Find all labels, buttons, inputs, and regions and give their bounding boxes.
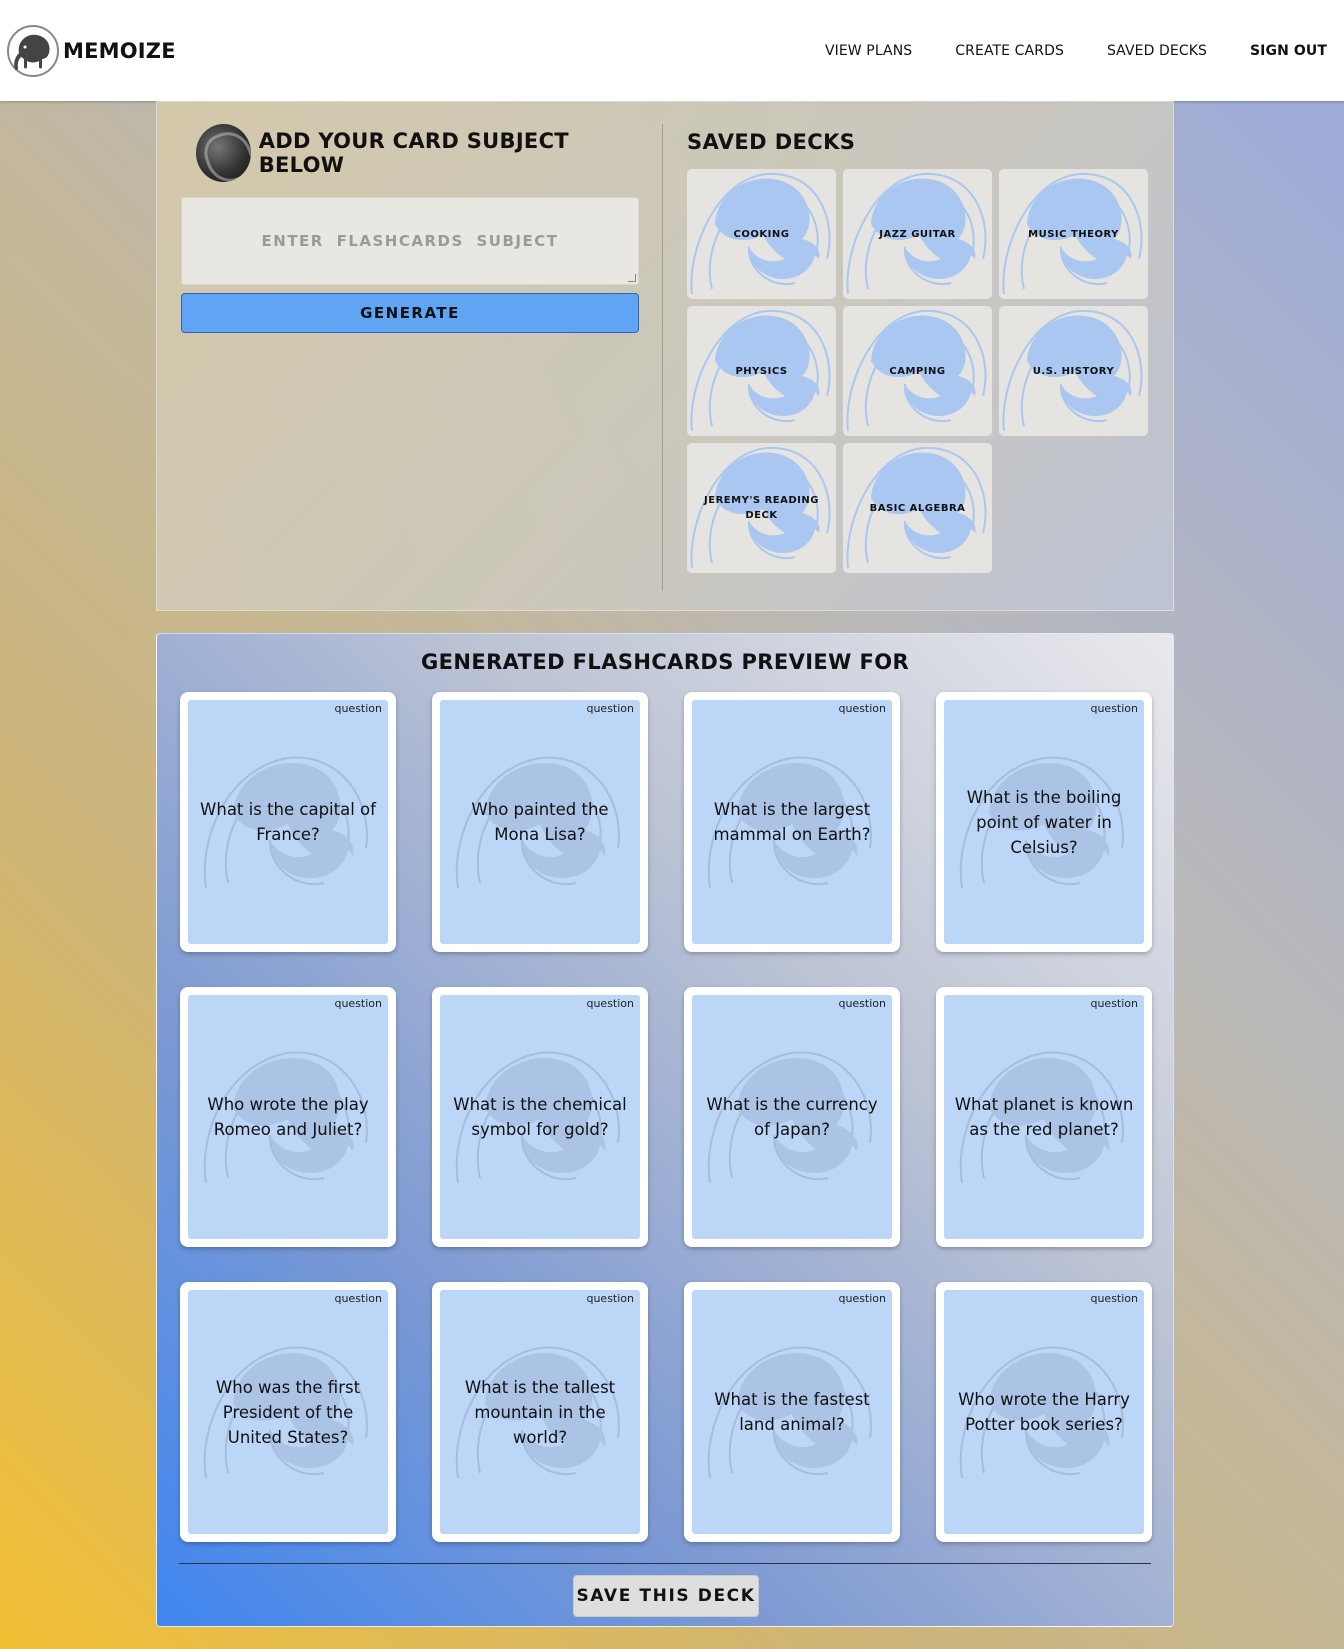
flashcard-face: question What is the chemical symbol for … (440, 995, 640, 1239)
deck-tile[interactable]: JAZZ GUITAR (843, 169, 992, 299)
deck-label: COOKING (733, 228, 790, 240)
deck-label: MUSIC THEORY (1028, 228, 1119, 240)
deck-tile[interactable]: CAMPING (843, 306, 992, 436)
flashcard[interactable]: question What is the capital of France? (180, 692, 396, 952)
flashcard[interactable]: question What planet is known as the red … (936, 987, 1152, 1247)
saved-decks-grid: COOKING JAZZ GUITAR MUSIC THEORY PHYSICS… (687, 169, 1157, 573)
flashcard[interactable]: question Who wrote the play Romeo and Jul… (180, 987, 396, 1247)
deck-label: JEREMY'S READING DECK (704, 495, 819, 521)
deck-label: JAZZ GUITAR (879, 228, 956, 240)
card-type-label: question (838, 997, 886, 1010)
card-question: What is the fastest land animal? (714, 1390, 870, 1434)
top-navbar: MEMOIZE VIEW PLANS CREATE CARDS SAVED DE… (0, 0, 1344, 101)
card-type-label: question (334, 702, 382, 715)
flashcard-face: question Who was the first President of t… (188, 1290, 388, 1534)
flashcard-face: question What is the largest mammal on Ea… (692, 700, 892, 944)
card-type-label: question (1090, 1292, 1138, 1305)
card-question: Who wrote the play Romeo and Juliet? (207, 1095, 369, 1139)
saved-decks-section: SAVED DECKS COOKING JAZZ GUITAR MUSIC TH… (687, 130, 1157, 573)
card-type-label: question (838, 1292, 886, 1305)
flashcard[interactable]: question Who was the first President of t… (180, 1282, 396, 1542)
card-type-label: question (586, 702, 634, 715)
card-type-label: question (334, 1292, 382, 1305)
deck-tile[interactable]: MUSIC THEORY (999, 169, 1148, 299)
card-question: Who wrote the Harry Potter book series? (958, 1390, 1130, 1434)
card-question: What is the currency of Japan? (706, 1095, 878, 1139)
deck-tile[interactable]: PHYSICS (687, 306, 836, 436)
deck-label: BASIC ALGEBRA (869, 502, 966, 514)
card-type-label: question (586, 1292, 634, 1305)
card-type-label: question (838, 702, 886, 715)
deck-label: CAMPING (889, 365, 946, 377)
nav-sign-out[interactable]: SIGN OUT (1250, 43, 1327, 59)
deck-tile[interactable]: JEREMY'S READING DECK (687, 443, 836, 573)
card-question: What is the tallest mountain in the worl… (464, 1377, 616, 1447)
flashcard[interactable]: question What is the currency of Japan? (684, 987, 900, 1247)
preview-panel: GENERATED FLASHCARDS PREVIEW FOR questio… (156, 633, 1174, 1627)
card-type-label: question (586, 997, 634, 1010)
flashcard-face: question Who wrote the Harry Potter book … (944, 1290, 1144, 1534)
flashcard-face: question What is the boiling point of wat… (944, 700, 1144, 944)
card-question: What is the boiling point of water in Ce… (966, 787, 1122, 857)
subject-section: ADD YOUR CARD SUBJECT BELOW ENTER FLASHC… (181, 123, 639, 333)
deck-tile[interactable]: COOKING (687, 169, 836, 299)
card-question: What is the largest mammal on Earth? (713, 800, 871, 844)
card-question: Who painted the Mona Lisa? (471, 800, 609, 844)
brand[interactable]: MEMOIZE (5, 23, 176, 79)
deck-tile[interactable]: U.S. HISTORY (999, 306, 1148, 436)
flashcard[interactable]: question What is the largest mammal on Ea… (684, 692, 900, 952)
card-question: Who was the first President of the Unite… (215, 1377, 361, 1447)
resize-handle-icon[interactable] (628, 274, 636, 282)
create-panel: ADD YOUR CARD SUBJECT BELOW ENTER FLASHC… (156, 101, 1174, 611)
card-type-label: question (1090, 997, 1138, 1010)
save-deck-button[interactable]: SAVE THIS DECK (573, 1575, 759, 1617)
generate-button[interactable]: GENERATE (181, 293, 639, 333)
flashcard[interactable]: question What is the chemical symbol for … (432, 987, 648, 1247)
subject-title: ADD YOUR CARD SUBJECT BELOW (258, 129, 569, 177)
flashcard[interactable]: question Who painted the Mona Lisa? (432, 692, 648, 952)
flashcard-face: question What is the currency of Japan? (692, 995, 892, 1239)
subject-input[interactable]: ENTER FLASHCARDS SUBJECT (181, 197, 639, 285)
saved-decks-title: SAVED DECKS (687, 130, 856, 154)
flashcard[interactable]: question Who wrote the Harry Potter book … (936, 1282, 1152, 1542)
panel-divider (662, 124, 663, 591)
flashcard-face: question Who wrote the play Romeo and Jul… (188, 995, 388, 1239)
flashcard[interactable]: question What is the boiling point of wat… (936, 692, 1152, 952)
flashcards-grid: question What is the capital of France? q… (180, 692, 1152, 1542)
card-question: What is the capital of France? (200, 800, 376, 844)
user-avatar (196, 124, 251, 182)
brand-name: MEMOIZE (63, 38, 176, 63)
card-question: What is the chemical symbol for gold? (453, 1095, 627, 1139)
subject-header: ADD YOUR CARD SUBJECT BELOW (181, 123, 639, 183)
nav-saved-decks[interactable]: SAVED DECKS (1107, 43, 1207, 59)
flashcard[interactable]: question What is the tallest mountain in … (432, 1282, 648, 1542)
card-type-label: question (1090, 702, 1138, 715)
flashcard-face: question What is the tallest mountain in … (440, 1290, 640, 1534)
flashcard[interactable]: question What is the fastest land animal? (684, 1282, 900, 1542)
deck-label: PHYSICS (735, 365, 788, 377)
nav-links: VIEW PLANS CREATE CARDS SAVED DECKS SIGN… (825, 43, 1327, 59)
flashcard-face: question What is the fastest land animal? (692, 1290, 892, 1534)
flashcard-face: question What is the capital of France? (188, 700, 388, 944)
deck-label: U.S. HISTORY (1032, 365, 1115, 377)
card-question: What planet is known as the red planet? (954, 1095, 1134, 1139)
flashcard-face: question What planet is known as the red … (944, 995, 1144, 1239)
deck-tile[interactable]: BASIC ALGEBRA (843, 443, 992, 573)
elephant-logo-icon (7, 24, 59, 77)
nav-view-plans[interactable]: VIEW PLANS (825, 43, 912, 59)
nav-create-cards[interactable]: CREATE CARDS (955, 43, 1064, 59)
card-type-label: question (334, 997, 382, 1010)
flashcard-face: question Who painted the Mona Lisa? (440, 700, 640, 944)
preview-divider (179, 1563, 1151, 1564)
subject-placeholder: ENTER FLASHCARDS SUBJECT (261, 232, 559, 250)
preview-title: GENERATED FLASHCARDS PREVIEW FOR (420, 650, 910, 674)
